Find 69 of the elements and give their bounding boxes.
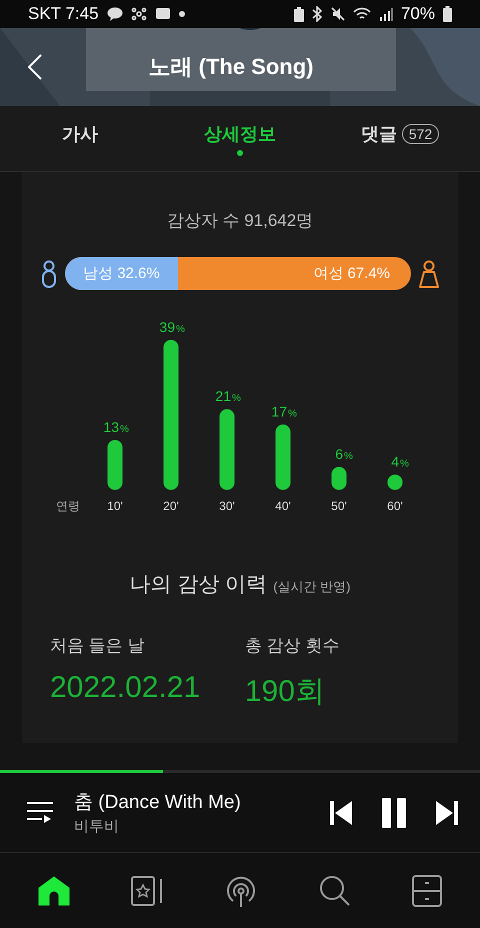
previous-icon — [330, 800, 352, 824]
data-label: 6 — [335, 446, 343, 462]
unit-label: % — [344, 450, 353, 462]
star-book-icon — [131, 874, 164, 906]
bluetooth-icon — [312, 6, 323, 22]
data-label: 4 — [391, 454, 399, 470]
tab[interactable]: 가사 — [0, 106, 160, 171]
stat-label: 총 감상 횟수 — [244, 635, 340, 657]
wifi-icon — [352, 7, 371, 21]
pause-icon — [382, 798, 406, 828]
stat-label: 처음 들은 날 — [50, 635, 146, 657]
unit-label: % — [288, 408, 297, 420]
axis-label: 30' — [219, 499, 235, 513]
tab-label: 가사 — [62, 122, 98, 146]
app-icon — [154, 7, 171, 21]
data-label: 17 — [271, 404, 287, 420]
chart-bar — [276, 424, 290, 490]
axis-label: 10' — [107, 499, 123, 513]
axis-title: 연령 — [56, 499, 80, 513]
drawer-icon — [412, 874, 442, 906]
tab-label: 상세정보 — [204, 122, 276, 146]
data-label: 13 — [103, 418, 119, 435]
tab-label: 댓글 — [360, 122, 397, 146]
unit-label: % — [400, 458, 409, 470]
unit-label: % — [120, 424, 129, 435]
axis-label: 60' — [387, 499, 403, 513]
data-label: 21 — [215, 388, 231, 404]
previous-button[interactable] — [330, 800, 352, 824]
signal-icon — [378, 7, 393, 21]
next-icon — [436, 800, 458, 824]
next-button[interactable] — [436, 800, 458, 824]
data-label: 39 — [159, 318, 175, 335]
dot-icon — [178, 11, 185, 17]
tab[interactable]: 댓글 572 — [320, 106, 480, 171]
chart-bar — [388, 474, 402, 490]
stat-value: 2022.02.21 — [50, 671, 202, 705]
unit-label: % — [176, 324, 185, 335]
carrier-time: SKT 7:45 — [28, 4, 99, 24]
mute-icon — [330, 7, 345, 21]
play-pause-button[interactable] — [382, 798, 406, 828]
chart-bar — [332, 466, 346, 490]
battery-saver-icon — [294, 6, 304, 22]
listener-count: 감상자 수 91,642명 — [166, 210, 314, 232]
playlist-button[interactable] — [26, 800, 54, 824]
track-title: 춤 (Dance With Me) — [74, 791, 242, 815]
history-note: (실시간 반영) — [273, 578, 350, 596]
song-title: 노래 (The Song) — [148, 53, 314, 81]
female-ratio: 여성 67.4% — [312, 264, 391, 284]
search-icon — [318, 874, 351, 906]
male-icon — [41, 260, 57, 288]
axis-label: 20' — [163, 499, 179, 513]
comment-count: 572 — [402, 124, 440, 144]
female-icon — [419, 260, 439, 288]
home-icon — [38, 876, 70, 906]
male-ratio: 남성 32.6% — [65, 257, 178, 290]
network-icon — [130, 7, 147, 21]
back-icon — [28, 54, 42, 80]
axis-label: 50' — [331, 499, 347, 513]
unit-label: % — [232, 393, 241, 404]
battery-percent: 70% — [400, 4, 435, 24]
history-title: 나의 감상 이력 — [130, 572, 268, 598]
artist-name: 비투비 — [74, 817, 120, 836]
playlist-icon — [26, 800, 54, 824]
battery-icon — [443, 6, 452, 22]
axis-label: 40' — [275, 499, 291, 513]
chat-icon — [106, 7, 123, 21]
chart-bar — [108, 440, 122, 490]
stat-value: 190회 — [244, 674, 326, 710]
tab[interactable]: 상세정보 — [160, 106, 320, 171]
